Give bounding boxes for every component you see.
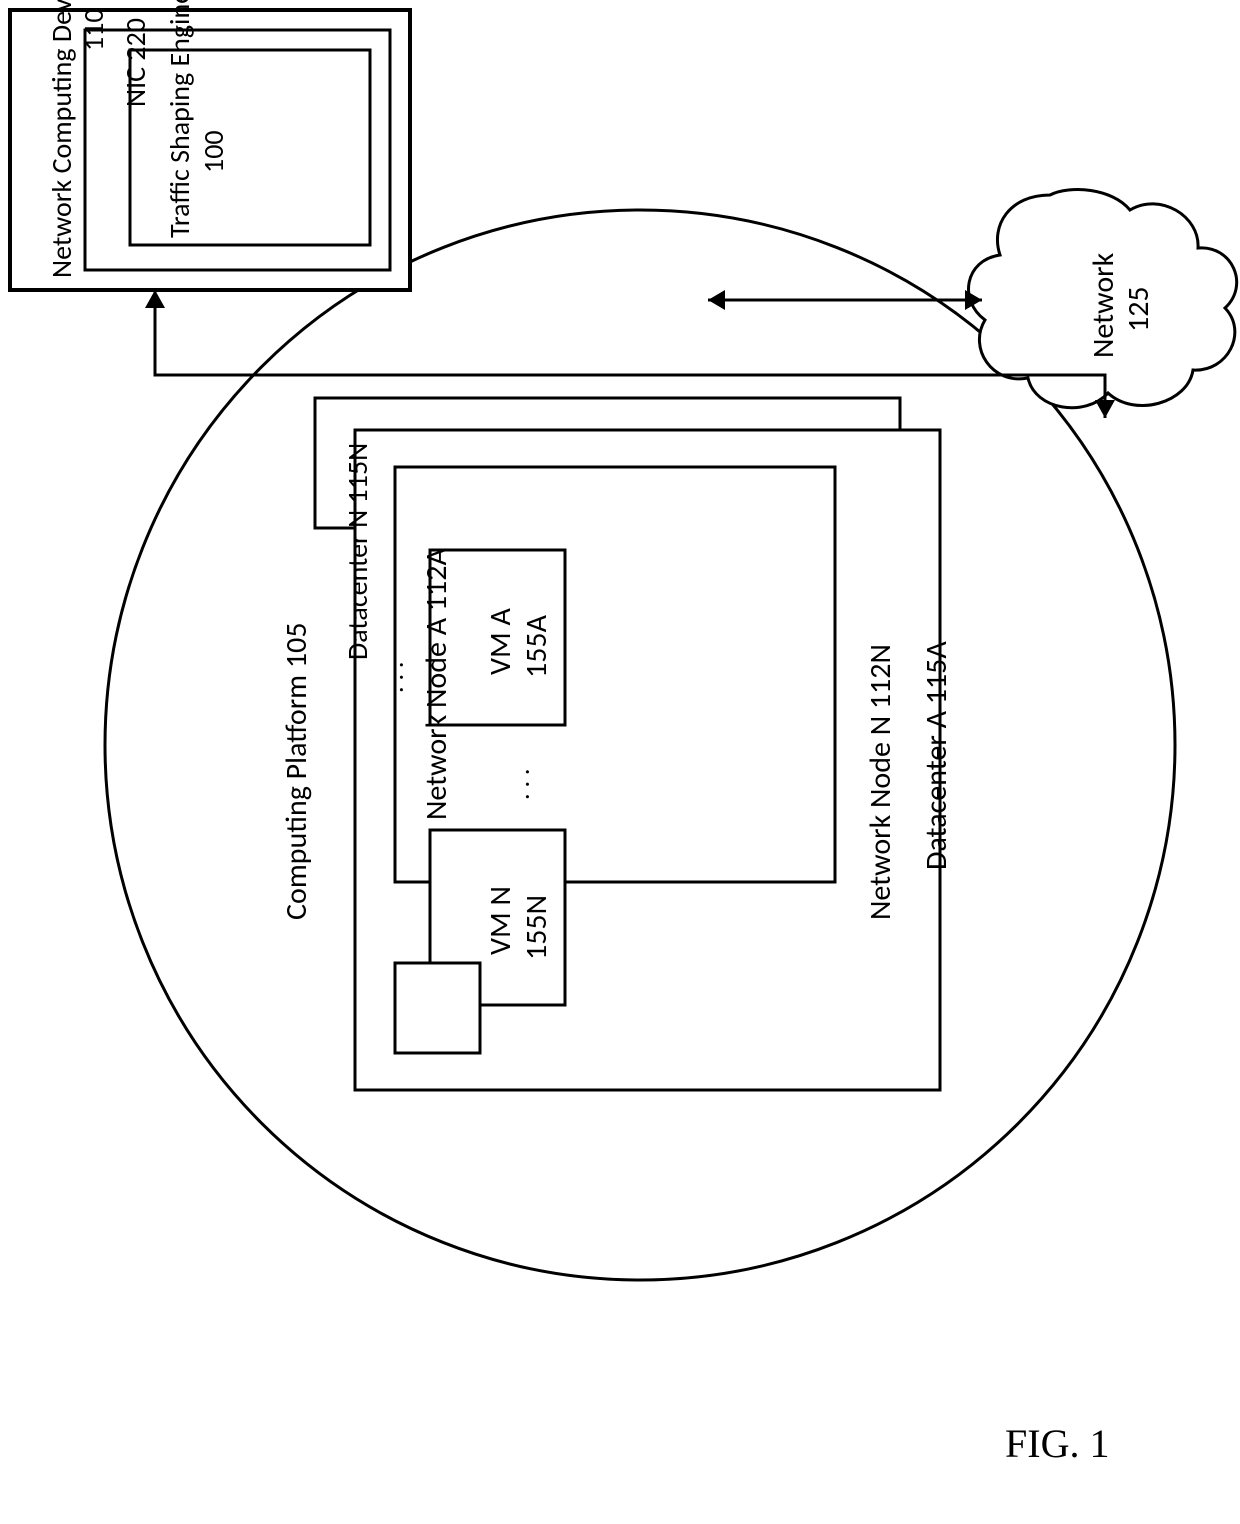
arrowhead-down-icon [1095, 400, 1115, 418]
arrowhead-left-icon [708, 290, 725, 310]
vm-a-ref: 155A [518, 615, 555, 678]
traffic-shaping-engine-ref: 100 [196, 130, 231, 173]
vm-ellipsis: . . . [504, 769, 536, 800]
vm-n-label: VM N [482, 886, 519, 955]
network-computing-device-ref: 110 [76, 8, 111, 51]
datacenter-ellipsis: . . . [378, 662, 410, 693]
network-ref: 125 [1120, 286, 1157, 332]
network-node-n-box [395, 963, 480, 1053]
vm-n-ref: 155N [518, 895, 555, 960]
vm-a-label: VM A [482, 608, 519, 675]
nic-label: NIC 220 [118, 18, 153, 107]
arrowhead-up-icon [145, 290, 165, 308]
network-node-n-label: Network Node N 112N [862, 644, 899, 920]
computing-platform-label: Computing Platform 105 [278, 622, 315, 920]
network-label: Network [1085, 253, 1122, 358]
network-node-a-label: Network Node A 112A [418, 548, 455, 820]
figure-label: FIG. 1 [1005, 1420, 1109, 1467]
network-computing-device-label: Network Computing Device [44, 0, 79, 278]
datacenter-a-label: Datacenter A 115A [918, 641, 955, 870]
datacenter-n-label: Datacenter N 115N [340, 443, 375, 660]
traffic-shaping-engine-label: Traffic Shaping Engine [162, 0, 197, 238]
